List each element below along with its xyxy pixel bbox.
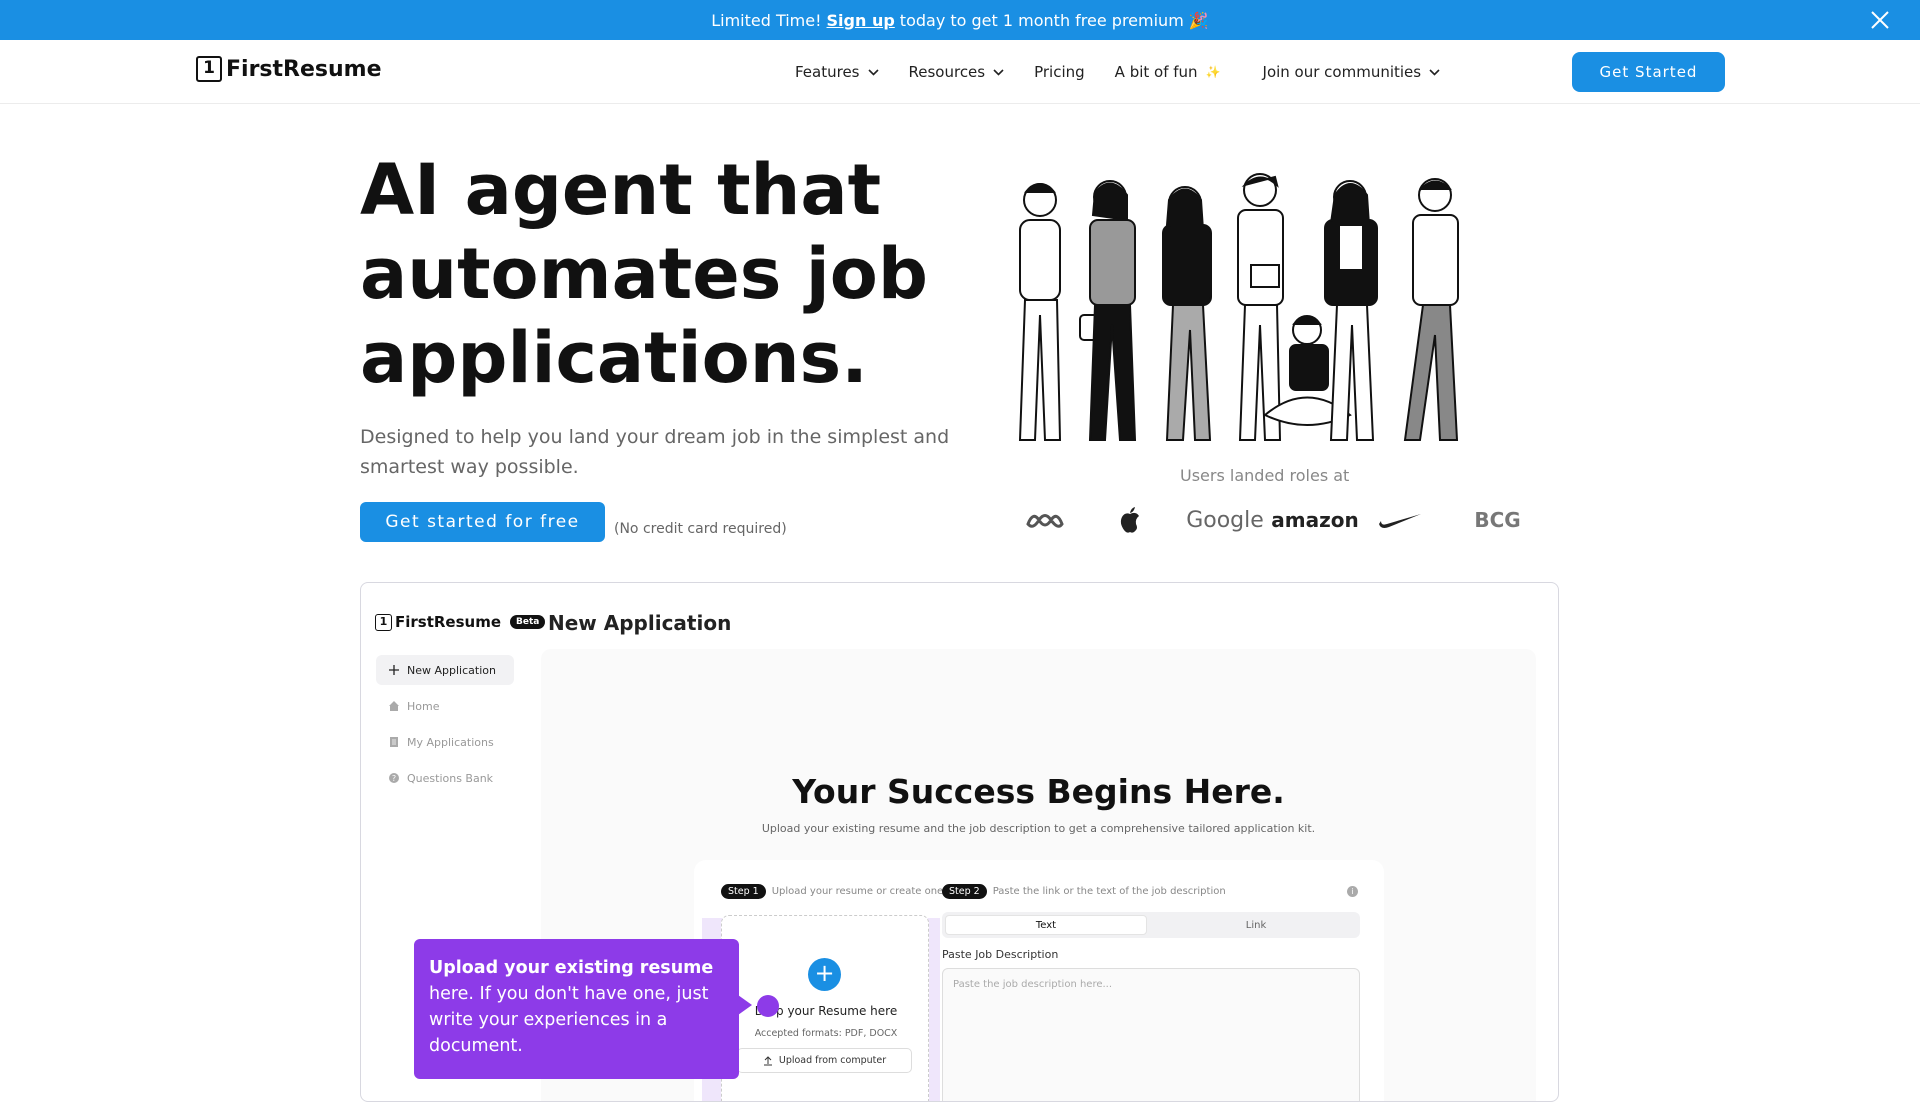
logo-mark: 1 [196, 56, 222, 82]
document-icon [390, 737, 398, 747]
brand-logos: Google amazon BCG [1020, 500, 1540, 540]
add-icon[interactable]: + [808, 958, 841, 991]
home-icon [389, 701, 399, 711]
nike-logo [1370, 500, 1430, 540]
step-2-text: Paste the link or the text of the job de… [992, 886, 1226, 897]
users-landed-text: Users landed roles at [1180, 466, 1350, 485]
amazon-logo: amazon [1271, 508, 1359, 532]
beta-badge: Beta [510, 615, 546, 629]
upload-icon [763, 1055, 772, 1065]
get-started-free-button[interactable]: Get started for free [360, 502, 605, 542]
sidebar-item-label: My Applications [407, 735, 494, 749]
job-description-input[interactable]: Paste the job description here... [942, 968, 1360, 1101]
step-1-text: Upload your resume or create one [771, 886, 944, 897]
success-subtitle: Upload your existing resume and the job … [761, 822, 1316, 835]
app-preview: 1 FirstResume Beta New Application New A… [360, 582, 1559, 1102]
step-2-pill: Step 2 [942, 884, 987, 899]
sidebar-item-label: New Application [407, 663, 496, 677]
sidebar-item-label: Home [407, 699, 440, 713]
success-title: Your Success Begins Here. [792, 772, 1285, 811]
step-1: Step 1 Upload your resume or create one [721, 884, 943, 899]
no-credit-card-note: (No credit card required) [614, 521, 787, 537]
logo[interactable]: 1 FirstResume [196, 56, 382, 82]
onboarding-tooltip: Upload your existing resume here. If you… [414, 939, 739, 1079]
upload-card: Step 1 Upload your resume or create one … [694, 860, 1384, 1101]
svg-text:?: ? [392, 774, 396, 783]
logo-text: FirstResume [226, 56, 382, 82]
google-logo: Google [1186, 507, 1264, 533]
resume-dropzone[interactable]: + Drop your Resume here Accepted formats… [721, 915, 929, 1101]
input-tabs: Text Link [942, 912, 1360, 938]
top-nav: 1 FirstResume Features Resources Pricing… [0, 40, 1920, 104]
meta-logo [1020, 500, 1070, 540]
nav-item-label: A bit of fun [1114, 63, 1198, 81]
tab-link[interactable]: Link [1155, 915, 1357, 935]
bcg-logo: BCG [1474, 508, 1521, 532]
chevron-down-icon [1429, 68, 1440, 76]
signup-link[interactable]: Sign up [827, 11, 895, 30]
step-2: Step 2 Paste the link or the text of the… [942, 884, 1226, 899]
banner-prefix: Limited Time! [711, 10, 822, 30]
nav-links: Features Resources Pricing A bit of fun … [795, 40, 1440, 104]
nav-item-resources[interactable]: Resources [909, 63, 1005, 81]
sidebar-item-my-applications[interactable]: My Applications [376, 727, 514, 757]
people-illustration [1018, 173, 1459, 441]
sidebar-item-home[interactable]: Home [376, 691, 514, 721]
paste-label: Paste Job Description [942, 948, 1059, 961]
sparkle-icon: ✨ [1205, 65, 1221, 79]
app-logo-text: FirstResume [395, 613, 502, 631]
nav-item-fun[interactable]: A bit of fun ✨ [1115, 63, 1221, 81]
step-1-pill: Step 1 [721, 884, 766, 899]
plus-icon [389, 665, 399, 675]
tooltip-text: here. If you don't have one, just write … [429, 984, 709, 1056]
chevron-down-icon [867, 68, 879, 76]
tooltip-pointer-dot [757, 995, 779, 1017]
nav-item-communities[interactable]: Join our communities [1263, 63, 1441, 81]
question-icon: ? [389, 773, 399, 783]
tab-text[interactable]: Text [945, 915, 1147, 935]
sidebar-item-questions-bank[interactable]: ? Questions Bank [376, 763, 514, 793]
promo-banner: Limited Time! Sign up today to get 1 mon… [0, 0, 1920, 40]
app-logo-mark: 1 [375, 613, 392, 631]
tooltip-arrow [738, 995, 752, 1015]
drop-text: Drop your Resume here [754, 1004, 898, 1018]
app-logo: 1 FirstResume Beta [375, 613, 546, 631]
upload-button-label: Upload from computer [778, 1055, 887, 1066]
get-started-button[interactable]: Get Started [1572, 52, 1725, 92]
info-icon[interactable]: i [1347, 886, 1358, 897]
hero-subtitle: Designed to help you land your dream job… [360, 426, 950, 478]
close-icon[interactable] [1868, 8, 1892, 32]
nav-item-label: Features [795, 63, 860, 81]
sidebar-item-new-application[interactable]: New Application [376, 655, 514, 685]
banner-suffix: today to get 1 month free premium 🎉 [899, 10, 1209, 30]
tooltip-bold: Upload your existing resume [429, 958, 714, 978]
nav-item-label: Join our communities [1262, 63, 1422, 81]
nav-item-features[interactable]: Features [795, 63, 879, 81]
nav-item-pricing[interactable]: Pricing [1034, 63, 1085, 81]
hero-title: AI agent that automates job applications… [360, 149, 928, 399]
page-title: New Application [548, 611, 732, 635]
chevron-down-icon [993, 68, 1004, 76]
nav-item-label: Pricing [1034, 63, 1085, 81]
accepted-formats: Accepted formats: PDF, DOCX [754, 1028, 898, 1039]
nav-item-label: Resources [908, 63, 986, 81]
upload-from-computer-button[interactable]: Upload from computer [737, 1048, 912, 1073]
apple-logo [1105, 500, 1155, 540]
sidebar-item-label: Questions Bank [407, 771, 494, 785]
